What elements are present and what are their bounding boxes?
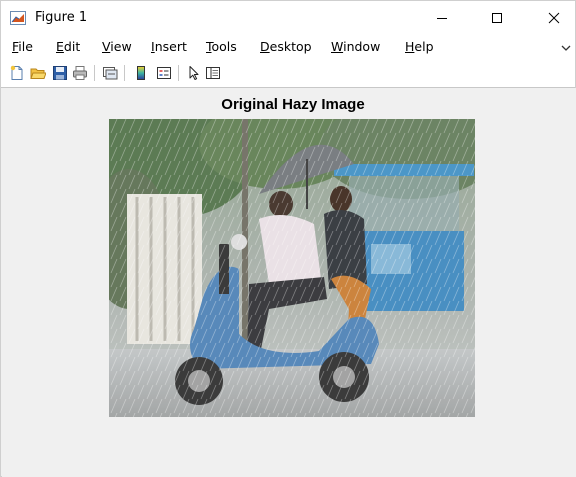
print-figure-icon bbox=[73, 66, 87, 80]
title-bar[interactable]: Figure 1 bbox=[1, 1, 575, 34]
save-figure-button[interactable] bbox=[51, 64, 69, 82]
matlab-figure-icon bbox=[10, 11, 26, 25]
menu-file[interactable]: File bbox=[12, 39, 33, 54]
print-figure-button[interactable] bbox=[71, 64, 89, 82]
menu-edit-label: dit bbox=[63, 39, 81, 54]
toolbar-separator bbox=[94, 65, 95, 81]
new-figure-button[interactable] bbox=[8, 64, 26, 82]
close-button[interactable] bbox=[531, 1, 576, 34]
menu-edit-accel: E bbox=[56, 39, 64, 54]
menu-tools-label: ools bbox=[211, 39, 237, 54]
maximize-icon bbox=[492, 12, 502, 23]
edit-plot-button[interactable] bbox=[185, 64, 203, 82]
open-file-icon bbox=[30, 68, 46, 79]
insert-legend-button[interactable] bbox=[155, 64, 173, 82]
property-inspector-button[interactable] bbox=[204, 64, 222, 82]
edit-plot-arrow-icon bbox=[189, 66, 199, 80]
figure-window: Figure 1 File Edit View Insert Tools Des… bbox=[0, 0, 576, 477]
maximize-button[interactable] bbox=[474, 1, 520, 34]
menu-window-accel: W bbox=[331, 39, 344, 54]
menu-file-label: ile bbox=[18, 39, 33, 54]
close-icon bbox=[548, 12, 560, 23]
open-file-button[interactable] bbox=[29, 64, 47, 82]
menu-bar: File Edit View Insert Tools Desktop Wind… bbox=[1, 34, 575, 59]
property-inspector-icon bbox=[206, 67, 220, 79]
menu-window-label: indow bbox=[343, 39, 381, 54]
window-title: Figure 1 bbox=[35, 10, 88, 25]
menu-desktop-label: esktop bbox=[269, 39, 312, 54]
menu-edit[interactable]: Edit bbox=[56, 39, 80, 54]
menu-view[interactable]: View bbox=[102, 39, 132, 54]
figure-toolbar bbox=[1, 59, 575, 88]
save-figure-icon bbox=[53, 66, 67, 80]
link-plot-icon bbox=[103, 67, 118, 80]
insert-legend-icon bbox=[157, 67, 171, 79]
menu-insert[interactable]: Insert bbox=[151, 39, 187, 54]
menu-desktop[interactable]: Desktop bbox=[260, 39, 312, 54]
menu-help[interactable]: Help bbox=[405, 39, 434, 54]
menu-desktop-accel: D bbox=[260, 39, 270, 54]
minimize-icon bbox=[437, 17, 447, 19]
menu-help-accel: H bbox=[405, 39, 415, 54]
link-plot-button[interactable] bbox=[101, 64, 119, 82]
menu-tools[interactable]: Tools bbox=[206, 39, 237, 54]
menu-insert-label: nsert bbox=[154, 39, 187, 54]
insert-colorbar-button[interactable] bbox=[132, 64, 150, 82]
menu-view-label: iew bbox=[110, 39, 132, 54]
hazy-rain-scooter-photo[interactable] bbox=[109, 119, 475, 417]
axes-title: Original Hazy Image bbox=[2, 96, 576, 113]
menu-help-label: elp bbox=[414, 39, 434, 54]
figure-canvas[interactable]: Original Hazy Image bbox=[2, 88, 576, 477]
menu-window[interactable]: Window bbox=[331, 39, 380, 54]
axes-title-text: Original Hazy Image bbox=[221, 96, 365, 113]
minimize-button[interactable] bbox=[419, 1, 465, 34]
new-figure-icon bbox=[10, 65, 23, 80]
insert-colorbar-icon bbox=[137, 66, 145, 80]
toolbar-separator bbox=[178, 65, 179, 81]
menu-dock-arrow-icon[interactable] bbox=[561, 44, 571, 52]
toolbar-separator bbox=[124, 65, 125, 81]
